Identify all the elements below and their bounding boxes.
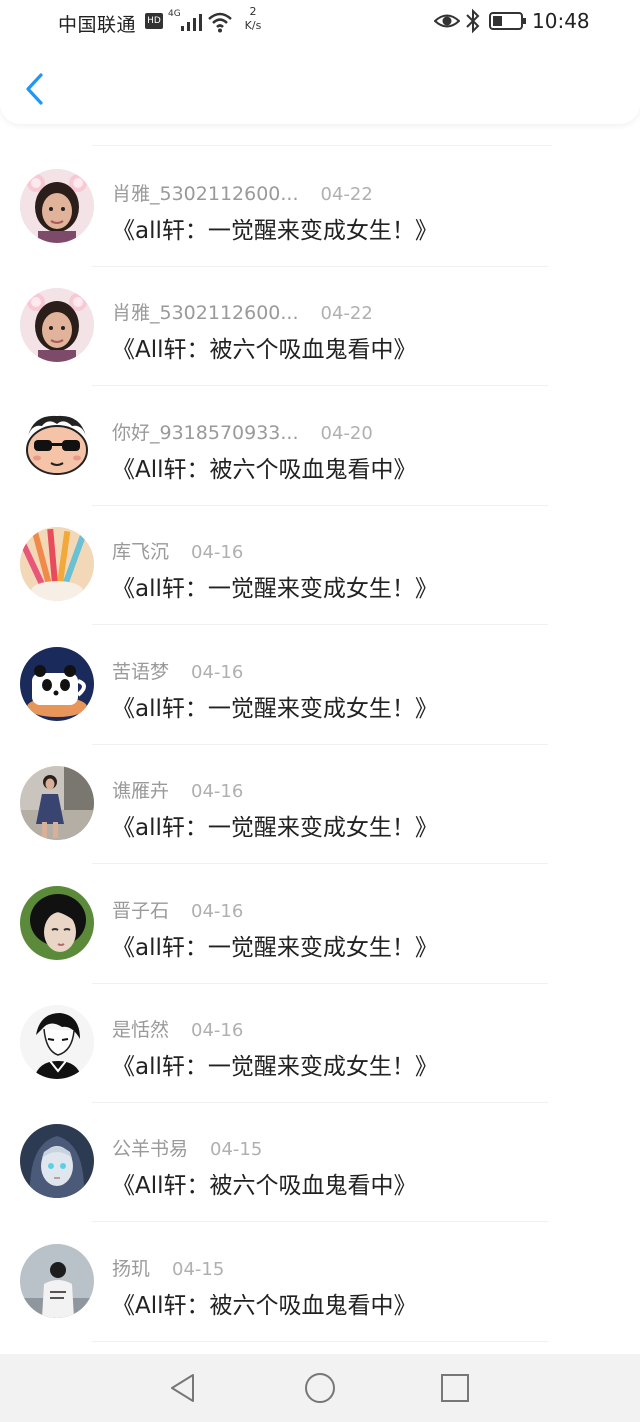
item-meta: 谯雁卉 04-16 [112, 776, 243, 803]
item-date: 04-20 [320, 423, 373, 444]
list-item[interactable]: 谯雁卉 04-16 《all轩：一觉醒来变成女生！》 [0, 745, 640, 864]
boy-back-avatar [20, 1244, 94, 1318]
item-meta: 公羊书易 04-15 [112, 1134, 262, 1161]
list-item[interactable]: 晋子石 04-16 《all轩：一觉醒来变成女生！》 [0, 865, 640, 984]
clock: 10:48 [532, 9, 590, 33]
divider [92, 863, 548, 864]
list-item[interactable]: 库飞沉 04-16 《all轩：一觉醒来变成女生！》 [0, 506, 640, 625]
book-title[interactable]: 《all轩：一觉醒来变成女生！》 [112, 808, 438, 842]
user-name: 苦语梦 [112, 661, 170, 683]
item-meta: 库飞沉 04-16 [112, 537, 243, 564]
item-date: 04-15 [210, 1139, 263, 1160]
item-meta: 肖雅_5302112600... 04-22 [112, 179, 373, 206]
girl-photo-avatar [20, 169, 94, 243]
item-meta: 扬玑 04-15 [112, 1254, 224, 1281]
pencils-avatar [20, 527, 94, 601]
avatar[interactable] [20, 1244, 94, 1318]
user-name: 晋子石 [112, 900, 170, 922]
item-date: 04-16 [191, 662, 244, 683]
item-date: 04-16 [191, 901, 244, 922]
item-date: 04-15 [172, 1259, 225, 1280]
avatar[interactable] [20, 886, 94, 960]
carrier-label: 中国联通 [58, 14, 137, 36]
reader-list[interactable]: 肖雅_5302112600... 04-22 《all轩：一觉醒来变成女生！》 肖… [0, 124, 640, 1354]
speed-value: 2 [249, 5, 257, 18]
back-triangle-icon[interactable] [166, 1371, 200, 1405]
back-button[interactable] [14, 66, 54, 112]
list-item[interactable]: 扬玑 04-15 《All轩：被六个吸血鬼看中》 [0, 1223, 640, 1342]
home-circle-icon[interactable] [303, 1371, 337, 1405]
avatar[interactable] [20, 766, 94, 840]
user-name: 是恬然 [112, 1019, 170, 1041]
bluetooth-icon [466, 8, 480, 34]
eye-icon [434, 14, 460, 28]
book-title[interactable]: 《All轩：被六个吸血鬼看中》 [112, 1286, 417, 1320]
item-date: 04-16 [191, 781, 244, 802]
item-date: 04-16 [191, 542, 244, 563]
status-bar: 中国联通 HD 4G 2 K/s 10:48 [0, 0, 640, 44]
divider [92, 1221, 548, 1222]
list-item[interactable]: 公羊书易 04-15 《All轩：被六个吸血鬼看中》 [0, 1103, 640, 1222]
book-title[interactable]: 《all轩：一觉醒来变成女生！》 [112, 689, 438, 723]
divider [92, 145, 552, 146]
signal-icon [181, 14, 202, 31]
user-name: 扬玑 [112, 1258, 151, 1280]
avatar[interactable] [20, 1005, 94, 1079]
book-title[interactable]: 《All轩：被六个吸血鬼看中》 [112, 330, 417, 364]
book-title[interactable]: 《All轩：被六个吸血鬼看中》 [112, 1166, 417, 1200]
sketch-boy-avatar [20, 1005, 94, 1079]
chevron-left-icon [26, 73, 43, 105]
list-item[interactable]: 肖雅_5302112600... 04-22 《all轩：一觉醒来变成女生！》 [0, 148, 640, 267]
divider [92, 385, 548, 386]
item-meta: 你好_9318570933... 04-20 [112, 418, 373, 445]
divider [92, 624, 548, 625]
avatar[interactable] [20, 527, 94, 601]
item-meta: 是恬然 04-16 [112, 1015, 243, 1042]
user-name: 库飞沉 [112, 541, 170, 563]
item-date: 04-22 [320, 184, 373, 205]
item-date: 04-22 [320, 303, 373, 324]
speed-unit: K/s [244, 19, 262, 32]
anime-hood-avatar [20, 1124, 94, 1198]
hd-badge: HD [145, 13, 163, 29]
list-item[interactable]: 苦语梦 04-16 《all轩：一觉醒来变成女生！》 [0, 626, 640, 745]
avatar[interactable] [20, 1124, 94, 1198]
list-item[interactable]: 肖雅_5302112600... 04-22 《All轩：被六个吸血鬼看中》 [0, 267, 640, 386]
item-date: 04-16 [191, 1020, 244, 1041]
user-name: 你好_9318570933... [112, 422, 299, 444]
book-title[interactable]: 《all轩：一觉醒来变成女生！》 [112, 928, 438, 962]
recents-square-icon[interactable] [438, 1371, 472, 1405]
network-speed: 2 K/s [239, 5, 267, 33]
avatar[interactable] [20, 288, 94, 362]
item-meta: 肖雅_5302112600... 04-22 [112, 298, 373, 325]
panda-cup-avatar [20, 647, 94, 721]
girl-photo-avatar [20, 288, 94, 362]
user-name: 谯雁卉 [112, 780, 170, 802]
girl-dress-avatar [20, 766, 94, 840]
network-type: 4G [168, 9, 181, 19]
book-title[interactable]: 《all轩：一觉醒来变成女生！》 [112, 569, 438, 603]
top-bar: 中国联通 HD 4G 2 K/s 10:48 [0, 0, 640, 124]
avatar[interactable] [20, 408, 94, 482]
avatar[interactable] [20, 647, 94, 721]
list-item[interactable]: 是恬然 04-16 《all轩：一觉醒来变成女生！》 [0, 984, 640, 1103]
item-meta: 晋子石 04-16 [112, 896, 243, 923]
avatar[interactable] [20, 169, 94, 243]
user-name: 公羊书易 [112, 1138, 189, 1160]
system-nav-bar [0, 1354, 640, 1422]
list-item[interactable]: 你好_9318570933... 04-20 《All轩：被六个吸血鬼看中》 [0, 387, 640, 506]
doll-avatar [20, 886, 94, 960]
item-meta: 苦语梦 04-16 [112, 657, 243, 684]
user-name: 肖雅_5302112600... [112, 183, 299, 205]
book-title[interactable]: 《all轩：一觉醒来变成女生！》 [112, 1047, 438, 1081]
divider [92, 1341, 548, 1342]
book-title[interactable]: 《all轩：一觉醒来变成女生！》 [112, 211, 438, 245]
cartoon-sunglasses-avatar [20, 408, 94, 482]
user-name: 肖雅_5302112600... [112, 302, 299, 324]
wifi-icon [208, 12, 232, 33]
battery-icon [489, 12, 526, 30]
book-title[interactable]: 《All轩：被六个吸血鬼看中》 [112, 450, 417, 484]
